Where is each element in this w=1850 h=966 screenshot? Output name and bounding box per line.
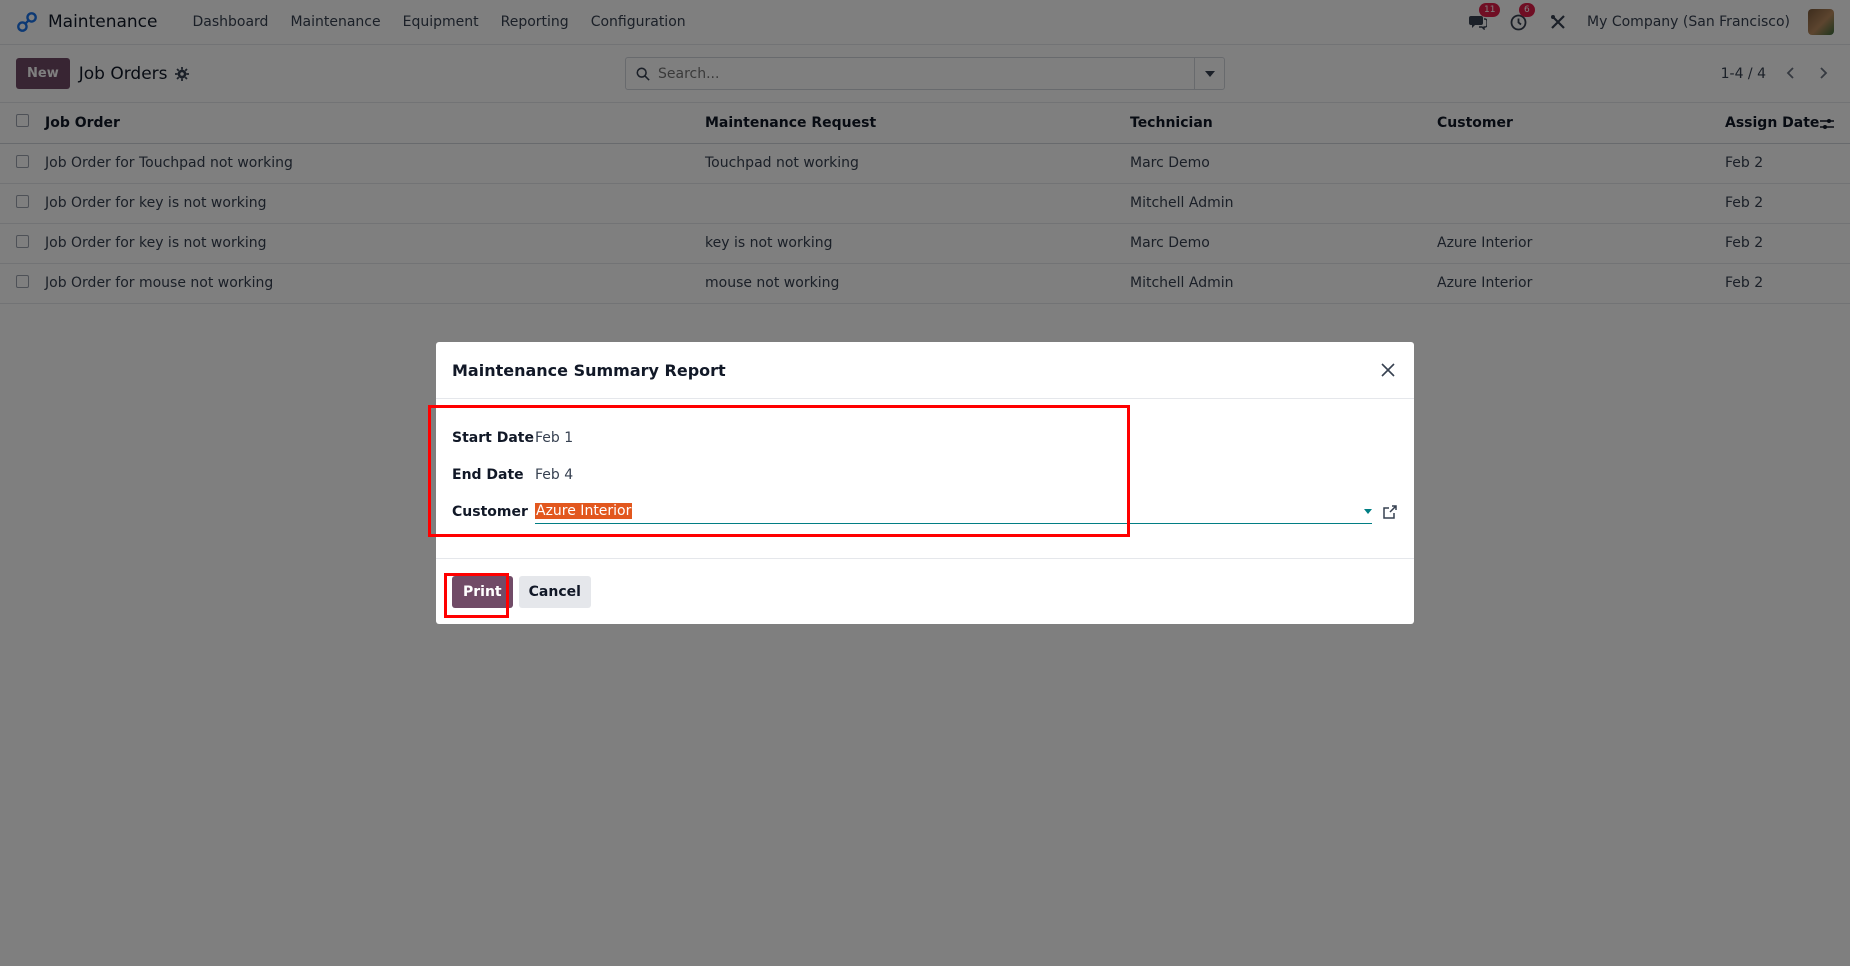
maintenance-summary-dialog: Maintenance Summary Report Start Date Fe… <box>436 342 1414 624</box>
modal-title: Maintenance Summary Report <box>452 360 726 380</box>
modal-body: Start Date Feb 1 End Date Feb 4 Customer… <box>436 399 1414 524</box>
start-date-field: Start Date Feb 1 <box>452 419 1398 456</box>
customer-label: Customer <box>452 503 528 520</box>
cancel-button[interactable]: Cancel <box>518 575 591 608</box>
caret-down-icon[interactable] <box>1364 508 1372 514</box>
customer-field: Customer Azure Interior <box>452 493 1398 530</box>
end-date-input[interactable]: Feb 4 <box>535 467 573 483</box>
close-icon <box>1381 363 1395 377</box>
print-button[interactable]: Print <box>452 575 513 608</box>
end-date-label: End Date <box>452 466 524 483</box>
modal-header: Maintenance Summary Report <box>436 342 1414 399</box>
customer-input[interactable]: Azure Interior <box>535 500 1372 524</box>
close-button[interactable] <box>1378 360 1398 380</box>
start-date-label: Start Date <box>452 429 534 446</box>
customer-value: Azure Interior <box>535 503 633 519</box>
end-date-field: End Date Feb 4 <box>452 456 1398 493</box>
start-date-input[interactable]: Feb 1 <box>535 430 573 446</box>
external-link-icon[interactable] <box>1382 504 1398 520</box>
modal-footer: Print Cancel <box>436 558 1414 624</box>
